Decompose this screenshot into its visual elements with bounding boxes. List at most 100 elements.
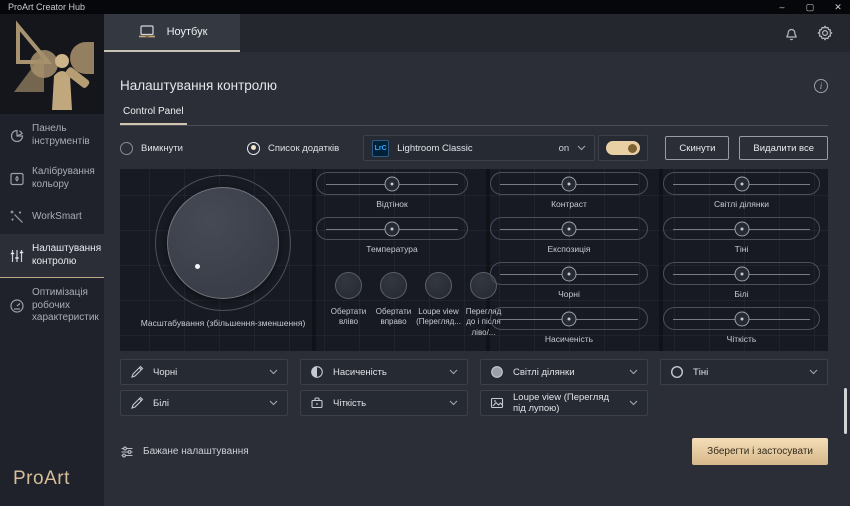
tab-notebook-label: Ноутбук <box>167 26 208 38</box>
slider-contrast: Контраст <box>490 172 648 210</box>
footer-row: Бажане налаштування Зберегти і застосува… <box>120 438 828 465</box>
chevron-down-icon <box>809 369 818 375</box>
slider-handle[interactable] <box>562 311 577 326</box>
slider-handle[interactable] <box>734 266 749 281</box>
dropdown-clarity[interactable]: Чіткість <box>300 390 468 416</box>
close-icon[interactable]: ✕ <box>832 2 844 13</box>
faders-icon <box>9 248 25 264</box>
pencil-icon <box>130 396 144 410</box>
highlights-icon <box>490 365 504 379</box>
radio-circle-icon <box>120 142 133 155</box>
sidebar-item-label: Калібрування кольору <box>32 166 100 191</box>
rotate-left-button[interactable]: Обертати вліво <box>326 262 371 338</box>
settings-gear-icon[interactable] <box>816 24 834 42</box>
slider-saturation: Насиченість <box>490 307 648 345</box>
slider-column-2: Контраст Експозиція Чорні Насиченість <box>490 169 648 345</box>
dashboard-icon <box>9 128 25 144</box>
slider-handle[interactable] <box>734 221 749 236</box>
save-apply-button[interactable]: Зберегти і застосувати <box>692 438 828 465</box>
slider-clarity: Чіткість <box>663 307 820 345</box>
window-controls: – ▢ ✕ <box>776 0 844 14</box>
proart-artwork <box>0 14 104 114</box>
delete-all-button[interactable]: Видалити все <box>739 136 828 160</box>
sidebar-item-label: Панель інструментів <box>32 123 100 148</box>
tab-strip: Control Panel <box>120 106 828 126</box>
app-toggle-container <box>598 135 648 161</box>
slider-highlights: Світлі ділянки <box>663 172 820 210</box>
slider-whites: Білі <box>663 262 820 300</box>
tab-control-panel[interactable]: Control Panel <box>120 106 187 125</box>
preferred-settings-label: Бажане налаштування <box>143 446 249 457</box>
radio-app-list-label: Список додатків <box>268 143 339 154</box>
preset-sliders-icon <box>120 445 134 459</box>
slider-column-3: Світлі ділянки Тіні Білі Чіткість <box>663 169 820 345</box>
round-button-icon <box>380 272 407 299</box>
sidebar-item-dashboard[interactable]: Панель інструментів <box>0 114 104 157</box>
app-state: on <box>559 143 570 154</box>
radio-app-list[interactable]: Список додатків <box>247 142 339 155</box>
slider-shadows: Тіні <box>663 217 820 255</box>
radio-disable-label: Вимкнути <box>141 143 183 154</box>
sidebar-item-performance[interactable]: Оптимізація робочих характеристик <box>0 278 104 334</box>
sidebar-item-control-settings[interactable]: Налаштування контролю <box>0 234 104 278</box>
app-dropdown[interactable]: LrC Lightroom Classic on <box>363 135 595 161</box>
saturation-icon <box>310 365 324 379</box>
notifications-bell-icon[interactable] <box>783 25 800 42</box>
reset-button[interactable]: Скинути <box>665 136 729 160</box>
dropdown-shadows[interactable]: Тіні <box>660 359 828 385</box>
sidebar: Панель інструментів Калібрування кольору… <box>0 14 104 506</box>
pencil-icon <box>130 365 144 379</box>
sidebar-item-label: Налаштування контролю <box>32 243 101 268</box>
slider-handle[interactable] <box>562 266 577 281</box>
sidebar-item-label: WorkSmart <box>32 211 82 224</box>
slider-tint: Відтінок <box>316 172 468 210</box>
slider-handle[interactable] <box>734 311 749 326</box>
shadows-icon <box>670 365 684 379</box>
function-dropdowns: Чорні Насиченість Світлі ділянки <box>120 359 828 416</box>
app-selector: LrC Lightroom Classic on <box>363 135 648 161</box>
laptop-icon <box>137 24 157 40</box>
sidebar-item-worksmart[interactable]: WorkSmart <box>0 200 104 234</box>
zoom-dial-ring <box>155 175 291 311</box>
slider-handle[interactable] <box>734 176 749 191</box>
loupe-view-button[interactable]: Loupe view (Перегляд... <box>416 262 461 338</box>
content-area: Налаштування контролю i Control Panel Ви… <box>104 52 850 506</box>
tab-notebook[interactable]: Ноутбук <box>104 14 240 52</box>
window-title: ProArt Creator Hub <box>8 2 85 12</box>
image-icon <box>490 396 504 410</box>
page-title: Налаштування контролю <box>120 78 277 93</box>
vertical-scrollbar[interactable] <box>844 388 847 434</box>
round-button-icon <box>335 272 362 299</box>
dropdown-highlights[interactable]: Світлі ділянки <box>480 359 648 385</box>
slider-handle[interactable] <box>562 221 577 236</box>
dropdown-loupe-view[interactable]: Loupe view (Перегляд під лупою) <box>480 390 648 416</box>
rotate-right-button[interactable]: Обертати вправо <box>371 262 416 338</box>
slider-handle[interactable] <box>385 221 400 236</box>
zoom-dial-group: Масштабування (збільшення-зменшення) <box>128 169 318 328</box>
dropdown-saturation[interactable]: Насиченість <box>300 359 468 385</box>
dropdown-whites[interactable]: Білі <box>120 390 288 416</box>
radio-circle-selected-icon <box>247 142 260 155</box>
chevron-down-icon <box>629 400 638 406</box>
preferred-settings-link[interactable]: Бажане налаштування <box>120 445 249 459</box>
controls-row: Вимкнути Список додатків LrC Lightroom C… <box>120 135 828 161</box>
radio-disable[interactable]: Вимкнути <box>120 142 183 155</box>
proart-logo: ProArt <box>0 468 104 506</box>
dropdown-blacks[interactable]: Чорні <box>120 359 288 385</box>
sidebar-item-color-calibration[interactable]: Калібрування кольору <box>0 157 104 200</box>
app-enabled-toggle[interactable] <box>606 141 640 155</box>
titlebar: ProArt Creator Hub – ▢ ✕ <box>0 0 850 14</box>
dial-indicator-dot <box>195 264 200 269</box>
zoom-dial[interactable] <box>167 187 279 299</box>
slider-handle[interactable] <box>385 176 400 191</box>
chevron-down-icon <box>269 369 278 375</box>
minimize-icon[interactable]: – <box>776 2 788 12</box>
slider-handle[interactable] <box>562 176 577 191</box>
clarity-icon <box>310 396 324 410</box>
magic-wand-icon <box>9 209 25 225</box>
chevron-down-icon <box>269 400 278 406</box>
sidebar-item-label: Оптимізація робочих характеристик <box>32 287 100 325</box>
maximize-icon[interactable]: ▢ <box>804 2 816 13</box>
info-icon[interactable]: i <box>814 79 828 93</box>
chevron-down-icon <box>577 145 586 151</box>
